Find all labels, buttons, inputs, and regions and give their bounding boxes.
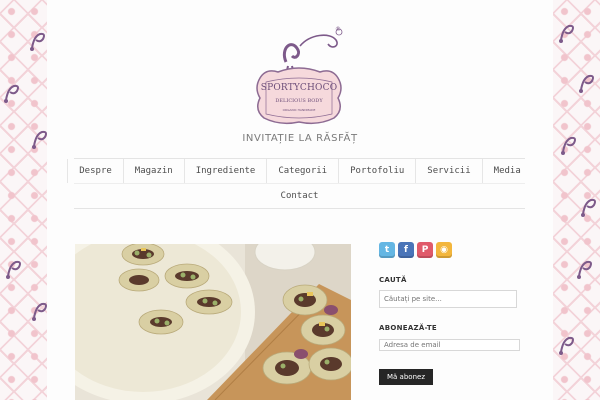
chocolate-rolls-photo — [75, 244, 351, 400]
pinterest-glyph: P — [421, 245, 429, 255]
right-pattern-border — [553, 0, 600, 400]
site-tagline: INVITAȚIE LA RĂSFĂȚ — [242, 133, 358, 144]
nav-item-media[interactable]: Media — [483, 159, 532, 183]
twitter-icon[interactable]: t — [379, 242, 395, 258]
nav-item-despre[interactable]: Despre — [67, 159, 124, 183]
sidebar: t f P ◉ CAUTĂ ABONEAZĂ-TE Mă abonez — [379, 242, 529, 385]
logo-small-text: ORGANIC HANDMADE — [282, 108, 316, 112]
left-pattern-border — [0, 0, 47, 400]
facebook-icon[interactable]: f — [398, 242, 414, 258]
logo-brand-name: SPORTYCHOCO — [260, 83, 338, 93]
facebook-glyph: f — [404, 245, 408, 255]
whisk-motif-icon — [577, 260, 592, 279]
site-logo[interactable]: ® SPORTYCHOCO DELICIOUS BODY ORGANIC HAN… — [248, 26, 350, 132]
rss-icon[interactable]: ◉ — [436, 242, 452, 258]
search-widget-title: CAUTĂ — [379, 276, 407, 284]
logo-subtitle: DELICIOUS BODY — [275, 98, 323, 104]
nav-item-ingrediente[interactable]: Ingrediente — [185, 159, 268, 183]
main-navigation: Despre Magazin Ingrediente Categorii Por… — [67, 158, 525, 209]
logo-badge-icon — [256, 28, 343, 125]
whisk-motif-icon — [559, 24, 574, 43]
nav-item-portofoliu[interactable]: Portofoliu — [339, 159, 417, 183]
whisk-motif-icon — [6, 260, 21, 279]
whisk-motif-icon — [579, 74, 594, 93]
featured-post-image[interactable] — [75, 244, 351, 400]
whisk-motif-icon — [561, 136, 576, 155]
page-container: ® SPORTYCHOCO DELICIOUS BODY ORGANIC HAN… — [47, 0, 553, 400]
whisk-motif-icon — [581, 198, 596, 217]
nav-item-magazin[interactable]: Magazin — [124, 159, 185, 183]
whisk-motif-icon — [4, 84, 19, 103]
nav-item-contact[interactable]: Contact — [270, 184, 330, 208]
pinterest-icon[interactable]: P — [417, 242, 433, 258]
nav-row: Despre Magazin Ingrediente Categorii Por… — [67, 159, 525, 184]
rss-glyph: ◉ — [440, 245, 448, 255]
whisk-motif-icon — [30, 32, 45, 51]
nav-item-servicii[interactable]: Servicii — [416, 159, 483, 183]
twitter-glyph: t — [384, 245, 390, 255]
nav-item-categorii[interactable]: Categorii — [267, 159, 340, 183]
subscribe-widget-title: ABONEAZĂ-TE — [379, 324, 437, 332]
email-field[interactable] — [379, 339, 520, 351]
subscribe-button[interactable]: Mă abonez — [379, 369, 433, 385]
whisk-motif-icon — [559, 336, 574, 355]
logo-registered-mark: ® — [335, 26, 341, 33]
social-links: t f P ◉ — [379, 242, 529, 258]
nav-row: Contact — [74, 184, 525, 208]
search-input[interactable] — [379, 290, 517, 308]
